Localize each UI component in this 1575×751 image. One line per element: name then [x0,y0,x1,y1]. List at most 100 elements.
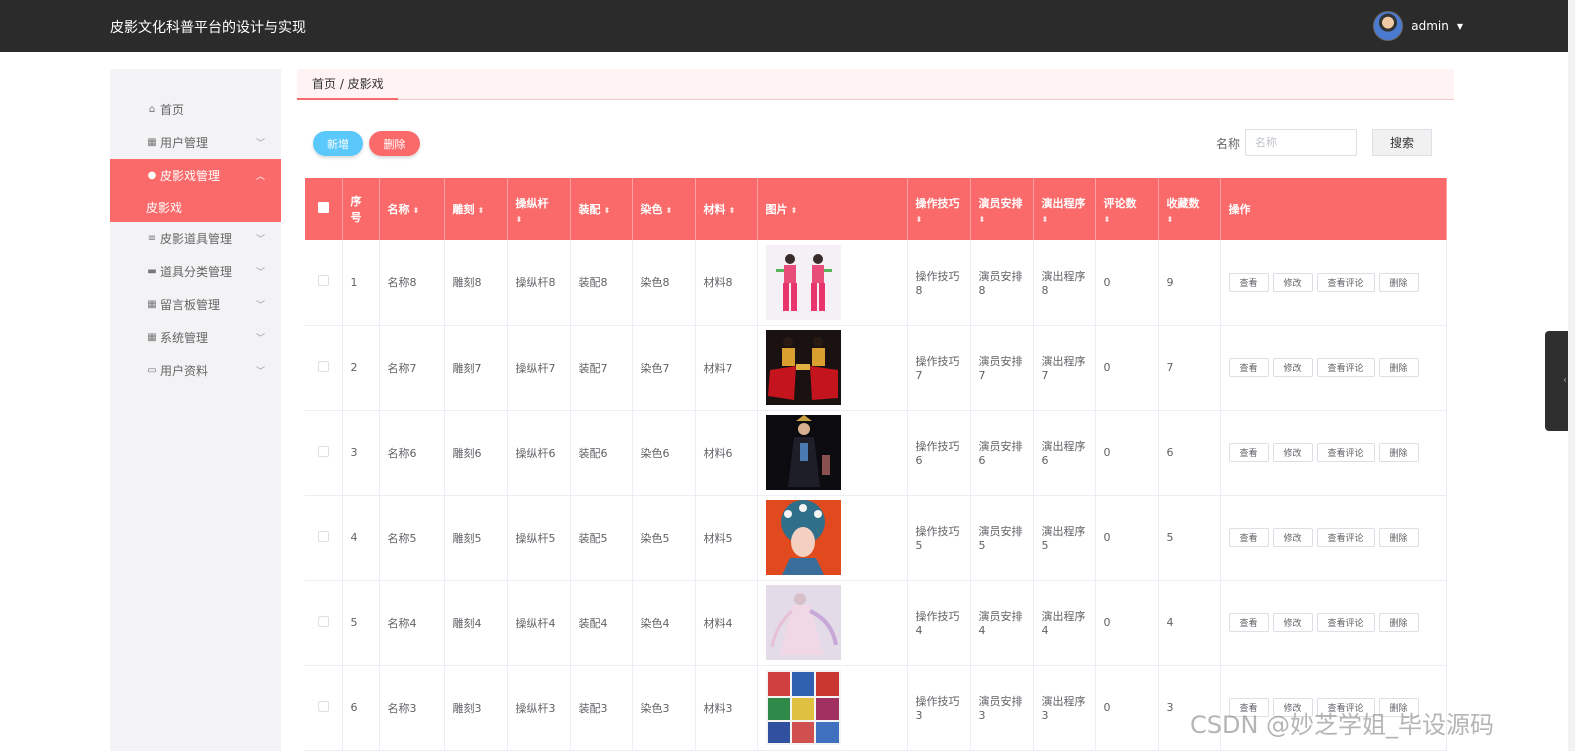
view-comments-button[interactable]: 查看评论 [1316,528,1375,547]
delete-row-button[interactable]: 删除 [1378,358,1419,377]
chevron-down-icon: ﹀ [255,367,265,377]
sort-icon[interactable]: ⬍ [979,215,1025,224]
edit-button[interactable]: 修改 [1272,528,1313,547]
column-header[interactable]: 图片 ⬍ [757,178,908,240]
view-button[interactable]: 查看 [1228,443,1269,462]
search-input[interactable] [1245,129,1357,156]
cell-no: 2 [342,325,380,411]
chevron-left-icon: ‹ [1563,375,1567,386]
sort-icon[interactable]: ⬍ [478,206,485,215]
cell-favorites: 9 [1158,240,1221,326]
cell-program: 演出程序3 [1033,665,1096,751]
column-header[interactable]: 操作技巧 ⬍ [907,178,971,240]
username[interactable]: admin [1411,19,1449,33]
cell-program: 演出程序7 [1033,325,1096,411]
sidebar-item-label: 皮影戏管理 [160,169,221,183]
column-header[interactable]: 评论数 ⬍ [1095,178,1159,240]
column-header[interactable]: 染色 ⬍ [632,178,696,240]
cell-actions: 查看 修改 查看评论 删除 [1220,580,1447,666]
scrollbar[interactable] [1568,0,1575,751]
sidebar-item-user-profile[interactable]: ▭ 用户资料 ﹀ [110,354,281,387]
breadcrumb[interactable]: 首页 / 皮影戏 [297,69,398,100]
search-button[interactable]: 搜索 [1372,129,1432,156]
edit-button[interactable]: 修改 [1272,613,1313,632]
sort-icon[interactable]: ⬍ [516,215,562,224]
view-comments-button[interactable]: 查看评论 [1316,358,1375,377]
sidebar-item-user-management[interactable]: ▦ 用户管理 ﹀ [110,126,281,159]
delete-row-button[interactable]: 删除 [1378,272,1419,292]
chat-icon: ▬ [147,266,157,277]
sidebar-item-prop-management[interactable]: ≡ 皮影道具管理 ﹀ [110,222,281,255]
add-button[interactable]: 新增 [313,131,363,156]
row-checkbox[interactable] [305,240,343,326]
edit-button[interactable]: 修改 [1272,358,1313,377]
edit-button[interactable]: 修改 [1272,272,1313,292]
sort-icon[interactable]: ⬍ [1167,215,1212,224]
row-checkbox[interactable] [305,495,343,581]
cell-skill: 操作技巧6 [907,410,971,496]
sidebar-item-label: 用户资料 [160,364,209,378]
row-checkbox[interactable] [305,580,343,666]
sort-icon[interactable]: ⬍ [1104,215,1150,224]
table-row: 5 名称4 雕刻4 操纵杆4 装配4 染色4 材料4 操作技巧4 演员安排4 演… [305,580,1447,666]
app-title: 皮影文化科普平台的设计与实现 [110,20,306,36]
calendar-icon: ▭ [147,365,157,376]
sidebar-item-shadow-play-management[interactable]: ● 皮影戏管理 ︿ [110,159,281,192]
column-header[interactable]: 操纵杆 ⬍ [507,178,571,240]
sidebar-item-system-management[interactable]: ▦ 系统管理 ﹀ [110,321,281,354]
cell-image [757,495,908,581]
delete-row-button[interactable]: 删除 [1378,613,1419,632]
column-header[interactable]: 雕刻 ⬍ [444,178,508,240]
cell-dye: 染色6 [632,410,696,496]
view-button[interactable]: 查看 [1228,358,1269,377]
sidebar-item-home[interactable]: ⌂ 首页 [110,93,281,126]
view-button[interactable]: 查看 [1228,272,1269,292]
sort-icon[interactable]: ⬍ [729,206,736,215]
view-comments-button[interactable]: 查看评论 [1316,443,1375,462]
column-header[interactable]: 装配 ⬍ [570,178,633,240]
row-checkbox[interactable] [305,410,343,496]
column-header[interactable]: 演出程序 ⬍ [1033,178,1096,240]
grid-icon: ▦ [147,332,157,343]
sort-icon[interactable]: ⬍ [916,215,962,224]
avatar[interactable] [1373,11,1404,41]
cell-favorites: 5 [1158,495,1221,581]
view-comments-button[interactable]: 查看评论 [1316,272,1375,292]
cell-favorites: 6 [1158,410,1221,496]
sort-icon[interactable]: ⬍ [791,206,798,215]
column-header[interactable]: 材料 ⬍ [695,178,758,240]
sidebar-subitem-shadow-play[interactable]: 皮影戏 [110,192,281,222]
cell-name: 名称5 [379,495,445,581]
table-row: 4 名称5 雕刻5 操纵杆5 装配5 染色5 材料5 操作技巧5 演员安排5 演… [305,495,1447,581]
column-header[interactable]: 收藏数 ⬍ [1158,178,1221,240]
cell-name: 名称3 [379,665,445,751]
view-button[interactable]: 查看 [1228,613,1269,632]
cell-dye: 染色8 [632,240,696,326]
user-menu[interactable]: admin ▼ [1373,11,1463,41]
column-header: 序号 [342,178,380,240]
sort-icon[interactable]: ⬍ [1042,215,1087,224]
top-navbar: 皮影文化科普平台的设计与实现 admin ▼ [0,0,1575,52]
sort-icon[interactable]: ⬍ [604,206,611,215]
table-header-row: 序号 名称 ⬍ 雕刻 ⬍ 操纵杆 ⬍ 装配 ⬍ 染色 ⬍ 材料 ⬍ 图片 ⬍ 操作技巧 ⬍ 演员… [305,178,1447,240]
select-all-checkbox[interactable] [305,178,343,240]
caret-down-icon[interactable]: ▼ [1457,22,1463,31]
column-header[interactable]: 名称 ⬍ [379,178,445,240]
sidebar-item-message-board-management[interactable]: ▦ 留言板管理 ﹀ [110,288,281,321]
delete-button[interactable]: 删除 [369,131,420,156]
user-icon: ● [147,170,157,181]
view-comments-button[interactable]: 查看评论 [1316,613,1375,632]
sort-icon[interactable]: ⬍ [666,206,673,215]
table-row: 3 名称6 雕刻6 操纵杆6 装配6 染色6 材料6 操作技巧6 演员安排6 演… [305,410,1447,496]
cell-carve: 雕刻5 [444,495,508,581]
delete-row-button[interactable]: 删除 [1378,528,1419,547]
column-header[interactable]: 演员安排 ⬍ [970,178,1034,240]
sidebar-item-prop-category-management[interactable]: ▬ 道具分类管理 ﹀ [110,255,281,288]
sort-icon[interactable]: ⬍ [413,206,420,215]
edit-button[interactable]: 修改 [1272,443,1313,462]
row-checkbox[interactable] [305,665,343,751]
row-checkbox[interactable] [305,325,343,411]
view-button[interactable]: 查看 [1228,528,1269,547]
delete-row-button[interactable]: 删除 [1378,443,1419,462]
search-label: 名称 [1216,137,1241,151]
